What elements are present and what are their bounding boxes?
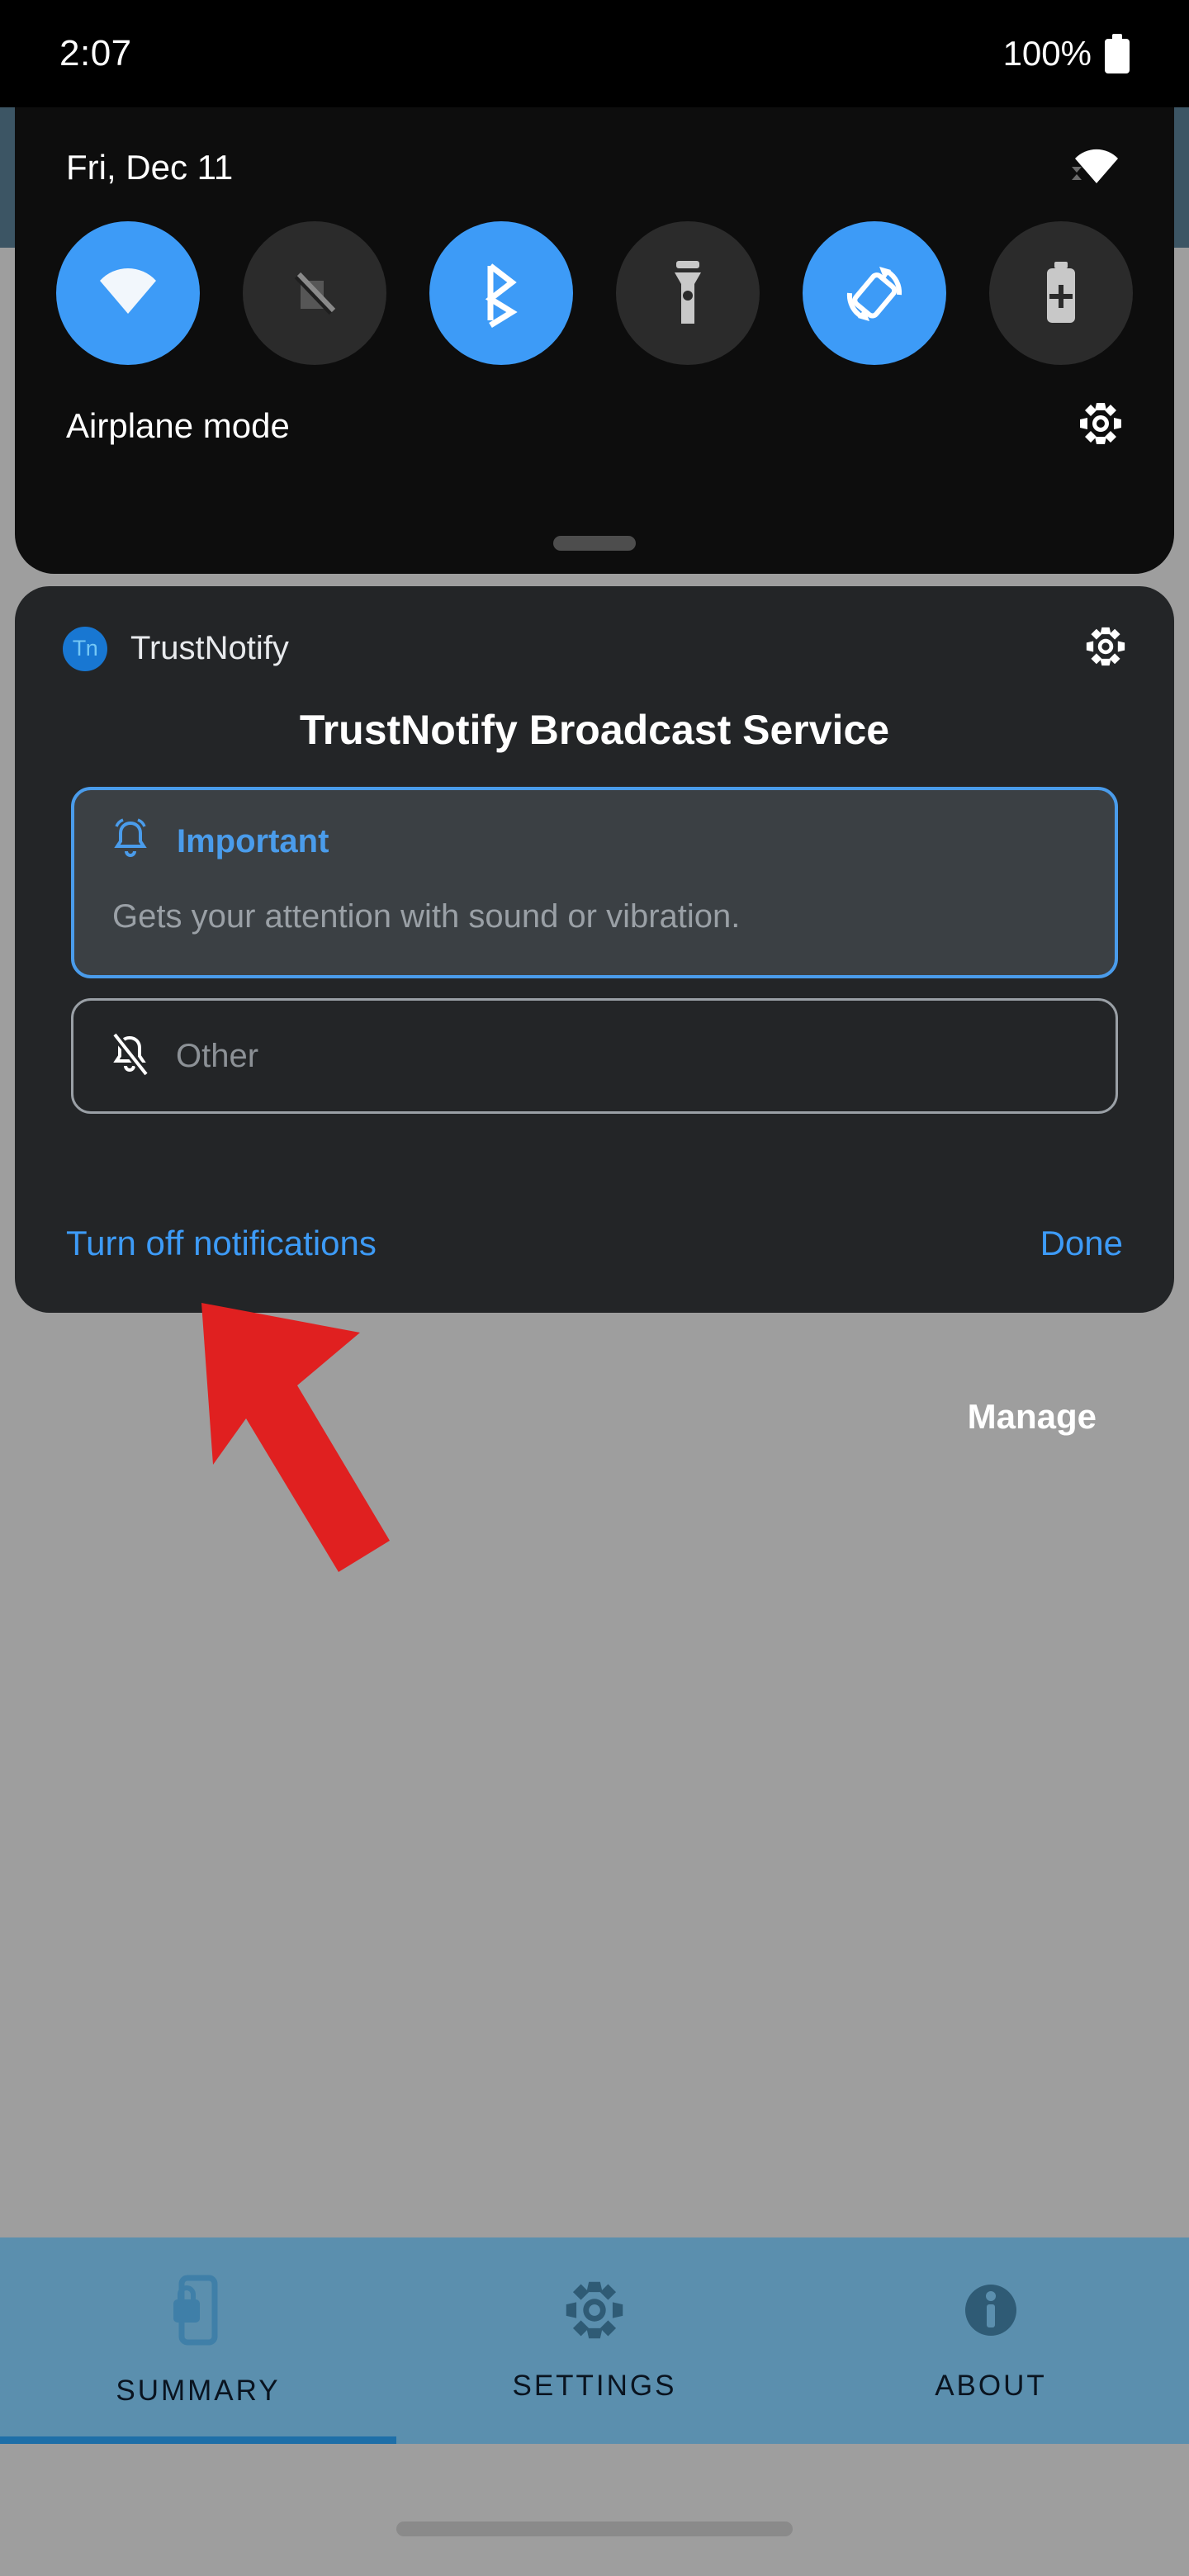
- cellular-off-icon: [294, 272, 336, 315]
- qs-tile-mobile-data[interactable]: [243, 221, 386, 365]
- quick-settings-footer: Airplane mode: [15, 365, 1174, 450]
- importance-option-important[interactable]: Important Gets your attention with sound…: [71, 787, 1118, 978]
- home-gesture-pill[interactable]: [396, 2522, 793, 2536]
- status-bar: 2:07 100%: [0, 0, 1189, 107]
- flashlight-icon: [675, 261, 701, 324]
- app-name-label: TrustNotify: [130, 630, 289, 666]
- gear-icon: [564, 2280, 625, 2345]
- turn-off-notifications-button[interactable]: Turn off notifications: [66, 1224, 377, 1263]
- qs-tile-flashlight[interactable]: [616, 221, 760, 365]
- option-description: Gets your attention with sound or vibrat…: [112, 898, 741, 935]
- tab-label: SUMMARY: [116, 2374, 281, 2407]
- auto-rotate-icon: [846, 267, 902, 321]
- status-time: 2:07: [59, 33, 132, 73]
- qs-tile-bluetooth[interactable]: [429, 221, 573, 365]
- importance-option-other[interactable]: Other: [71, 998, 1118, 1114]
- quick-settings-date: Fri, Dec 11: [66, 148, 234, 187]
- system-navigation-bar: [0, 2444, 1189, 2576]
- bell-off-icon: [108, 1031, 151, 1082]
- manage-button[interactable]: Manage: [968, 1397, 1097, 1437]
- gear-icon[interactable]: [1085, 626, 1126, 671]
- done-button[interactable]: Done: [1040, 1224, 1123, 1263]
- avatar: Tn: [63, 626, 107, 671]
- quick-settings-tiles: [15, 188, 1174, 365]
- tab-settings[interactable]: SETTINGS: [396, 2237, 793, 2444]
- wifi-icon: [1070, 147, 1123, 188]
- qs-tile-auto-rotate[interactable]: [803, 221, 946, 365]
- bluetooth-icon: [485, 263, 518, 328]
- quick-settings-panel: Fri, Dec 11 Airplane mode: [15, 107, 1174, 574]
- quick-settings-header: Fri, Dec 11: [15, 107, 1174, 188]
- bell-ringing-icon: [109, 817, 152, 867]
- battery-plus-icon: [1047, 262, 1075, 323]
- tab-about[interactable]: ABOUT: [793, 2237, 1189, 2444]
- page-title: TrustNotify Broadcast Service: [299, 707, 890, 753]
- gear-icon[interactable]: [1078, 401, 1123, 450]
- tab-label: ABOUT: [935, 2369, 1047, 2402]
- option-label: Other: [176, 1037, 259, 1074]
- drag-handle[interactable]: [553, 536, 636, 551]
- qs-tile-battery-saver[interactable]: [989, 221, 1133, 365]
- info-icon: [960, 2280, 1021, 2345]
- tab-label: SETTINGS: [512, 2369, 677, 2402]
- tab-active-indicator: [0, 2436, 396, 2444]
- app-identity: Tn TrustNotify: [63, 626, 289, 671]
- notification-card-actions: Turn off notifications Done: [15, 1224, 1174, 1263]
- bottom-tab-bar: SUMMARY SETTINGS ABOUT: [0, 2237, 1189, 2444]
- notification-card-header: Tn TrustNotify: [15, 586, 1174, 671]
- option-label: Important: [177, 823, 329, 859]
- tab-summary[interactable]: SUMMARY: [0, 2237, 396, 2444]
- battery-full-icon: [1105, 34, 1130, 73]
- importance-option-list: Important Gets your attention with sound…: [15, 787, 1174, 1114]
- battery-percent-label: 100%: [1002, 34, 1092, 73]
- status-bar-right: 100%: [1003, 34, 1130, 73]
- wifi-icon: [100, 268, 156, 314]
- phone-lock-icon: [168, 2275, 228, 2350]
- qs-tile-wifi[interactable]: [56, 221, 200, 365]
- notification-settings-card: Tn TrustNotify TrustNotify Broadcast Ser…: [15, 586, 1174, 1313]
- airplane-mode-label[interactable]: Airplane mode: [66, 406, 290, 446]
